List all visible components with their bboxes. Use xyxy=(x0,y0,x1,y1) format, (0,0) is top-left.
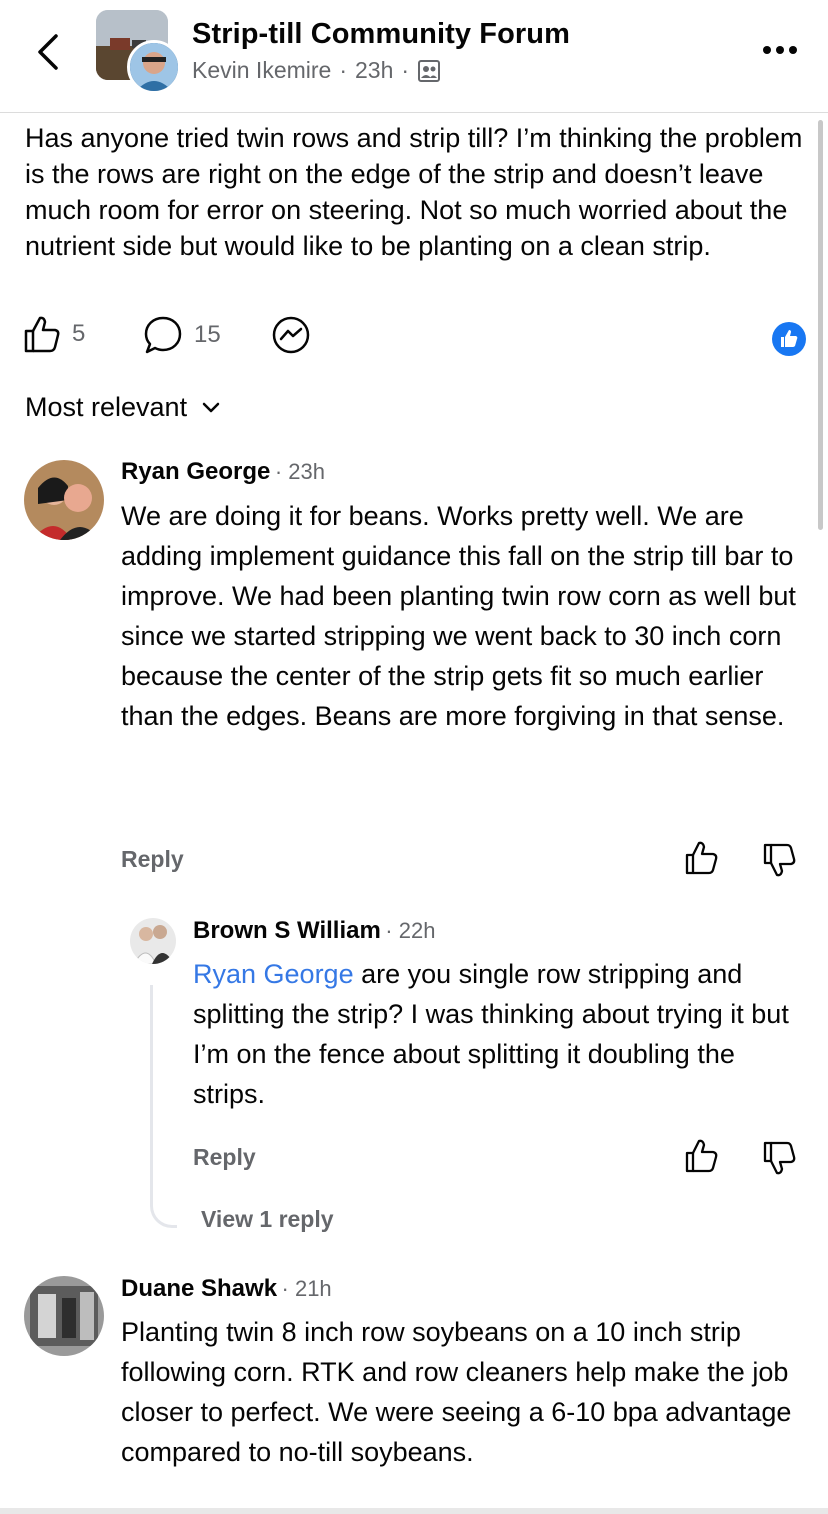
reply-button[interactable]: Reply xyxy=(193,1144,256,1171)
comment-bubble-icon xyxy=(144,316,182,354)
comment-text: Ryan George are you single row stripping… xyxy=(193,954,803,1114)
post-actions: 5 15 xyxy=(22,314,812,362)
group-members-icon xyxy=(418,59,441,82)
post-meta: Kevin Ikemire · 23h · xyxy=(192,57,441,84)
commenter-name[interactable]: Duane Shawk xyxy=(121,1275,277,1302)
downvote-icon[interactable] xyxy=(762,842,798,878)
thumbs-up-icon xyxy=(24,316,60,353)
view-replies-link[interactable]: View 1 reply xyxy=(201,1206,334,1233)
meta-separator: · xyxy=(401,57,410,83)
post-time[interactable]: 23h xyxy=(355,57,393,84)
comment-time[interactable]: 21h xyxy=(295,1276,332,1301)
commenter-avatar[interactable] xyxy=(130,918,176,964)
like-action[interactable]: 5 xyxy=(22,314,85,354)
sort-label: Most relevant xyxy=(25,392,188,422)
post-header: Strip-till Community Forum Kevin Ikemire… xyxy=(0,0,828,113)
comment-sort-dropdown[interactable]: Most relevant xyxy=(25,392,221,423)
downvote-icon[interactable] xyxy=(762,1140,798,1176)
chevron-left-icon[interactable] xyxy=(30,30,70,74)
commenter-name[interactable]: Ryan George xyxy=(121,458,270,485)
comment-time[interactable]: 22h xyxy=(399,918,436,943)
comment-time[interactable]: 23h xyxy=(288,459,325,484)
group-name[interactable]: Strip-till Community Forum xyxy=(192,18,570,51)
reply-button[interactable]: Reply xyxy=(121,846,184,873)
author-avatar[interactable] xyxy=(127,40,181,94)
comment-header: Brown S William · 22h xyxy=(193,917,436,944)
bottom-divider xyxy=(0,1508,828,1514)
comment-text: We are doing it for beans. Works pretty … xyxy=(121,501,796,731)
messenger-icon xyxy=(272,316,310,354)
scrollbar[interactable] xyxy=(818,120,823,530)
commenter-avatar[interactable] xyxy=(24,1276,104,1356)
comment-action[interactable]: 15 xyxy=(142,314,221,356)
like-reaction-icon xyxy=(772,322,806,356)
commenter-name[interactable]: Brown S William xyxy=(193,917,381,944)
meta-separator: · xyxy=(339,57,347,83)
messenger-action[interactable] xyxy=(270,314,312,356)
like-count: 5 xyxy=(72,320,86,347)
author-name[interactable]: Kevin Ikemire xyxy=(192,57,331,84)
more-dots-icon[interactable] xyxy=(760,36,800,64)
upvote-icon[interactable] xyxy=(684,1138,720,1174)
reply-thread-line xyxy=(150,985,177,1228)
mention-link[interactable]: Ryan George xyxy=(193,959,354,989)
comment-text: Planting twin 8 inch row soybeans on a 1… xyxy=(121,1317,792,1467)
commenter-avatar[interactable] xyxy=(24,460,104,540)
comment-header: Duane Shawk · 21h xyxy=(121,1275,332,1302)
comment-header: Ryan George · 23h xyxy=(121,458,326,485)
upvote-icon[interactable] xyxy=(684,840,720,876)
comment-count: 15 xyxy=(194,321,221,348)
chevron-down-icon xyxy=(202,402,220,412)
post-text: Has anyone tried twin rows and strip til… xyxy=(25,123,803,261)
